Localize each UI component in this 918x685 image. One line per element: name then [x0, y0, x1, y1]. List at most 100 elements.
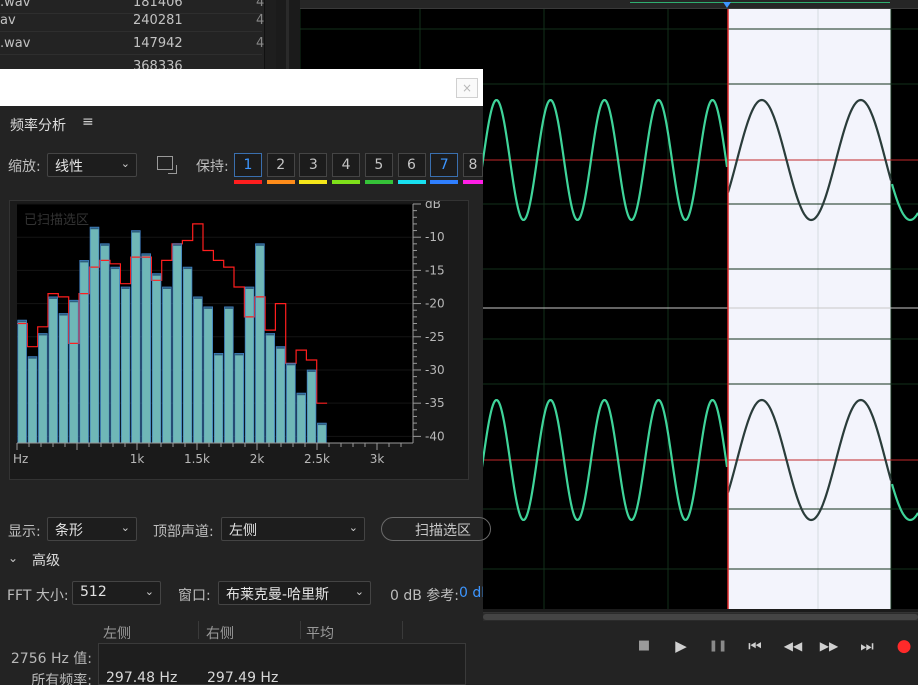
spectrum-bar: [48, 296, 58, 443]
spectrum-bar: [183, 267, 192, 443]
pause-button[interactable]: ❚❚: [705, 635, 731, 657]
top-channel-select[interactable]: 左侧 ⌄: [221, 517, 365, 541]
spectrum-bar: [214, 353, 223, 443]
hold-color-swatch: [332, 180, 361, 184]
hz-value-row-label: 2756 Hz 值:: [10, 651, 92, 667]
fft-size-label: FFT 大小:: [7, 588, 69, 604]
zoom-select-value: 线性: [55, 159, 83, 175]
spectrum-bar: [224, 306, 234, 443]
time-ruler[interactable]: [300, 0, 918, 11]
scanned-selection-label: 已扫描选区: [24, 213, 90, 228]
spectrum-bar: [265, 333, 275, 443]
spectrum-bar: [317, 423, 327, 443]
file-size: 240281: [133, 13, 183, 28]
x-tick-label: 3k: [370, 452, 385, 466]
zero-db-reference-value[interactable]: 0 dB: [459, 585, 483, 601]
rewind-button[interactable]: ◀◀: [780, 635, 806, 657]
hold-color-swatch: [462, 180, 483, 184]
spectrum-bar: [193, 296, 203, 443]
hold-color-swatch: [430, 180, 459, 184]
hold-button-6[interactable]: 6: [397, 153, 426, 177]
scrollbar-thumb[interactable]: [483, 614, 918, 620]
hold-button-8[interactable]: 8: [462, 153, 483, 177]
spectrum-bar: [131, 230, 141, 443]
hold-button-2[interactable]: 2: [266, 153, 295, 177]
display-select[interactable]: 条形 ⌄: [47, 517, 137, 541]
column-left-header: 左侧: [103, 626, 131, 642]
hold-label: 保持:: [196, 159, 229, 175]
spectrum-bar: [141, 253, 151, 443]
file-list-row[interactable]: av 240281 4: [0, 10, 264, 32]
hold-button-3[interactable]: 3: [299, 153, 328, 177]
panel-title: 频率分析: [10, 118, 66, 134]
advanced-toggle-chevron-icon[interactable]: ⌄: [8, 551, 18, 565]
column-separator: [300, 621, 301, 639]
go-to-end-button[interactable]: ⏭: [854, 635, 880, 657]
fft-size-select[interactable]: 512 ⌄: [72, 581, 161, 605]
chevron-down-icon: ⌄: [354, 585, 364, 598]
column-average-header: 平均: [306, 626, 334, 642]
spectrum-bar: [307, 369, 316, 443]
chevron-down-icon: ⌄: [348, 521, 358, 534]
spectrum-bar: [17, 320, 27, 443]
close-button[interactable]: ×: [456, 78, 478, 98]
hold-color-swatch: [397, 180, 426, 184]
file-size: 147942: [133, 36, 183, 51]
hold-button-5[interactable]: 5: [364, 153, 393, 177]
panel-menu-icon[interactable]: ≡: [82, 114, 94, 130]
file-name: .wav: [0, 36, 31, 51]
file-list-scrollbar[interactable]: [264, 0, 276, 80]
spectrum-svg: dB -10 -15 -20 -25 -30 -35 -40 Hz 1k 1.5k 2k 2.5k 3k: [13, 201, 445, 466]
chevron-down-icon: ⌄: [144, 585, 154, 598]
y-tick-label: -35: [425, 396, 445, 410]
x-tick-label: 2k: [250, 452, 265, 466]
spectrum-bar: [255, 243, 265, 443]
fast-forward-button[interactable]: ▶▶: [816, 635, 842, 657]
hold-color-swatch: [234, 180, 262, 184]
hold-color-swatch: [364, 180, 393, 184]
record-button[interactable]: ●: [891, 635, 917, 657]
stop-button[interactable]: ■: [631, 635, 657, 657]
spectrum-bar: [121, 286, 130, 443]
window-select[interactable]: 布莱克曼-哈里斯 ⌄: [218, 581, 371, 605]
hold-button-1[interactable]: 1: [234, 153, 262, 177]
chevron-down-icon: ⌄: [120, 157, 130, 170]
spectrum-bar: [172, 243, 182, 443]
hold-button-7[interactable]: 7: [430, 153, 459, 177]
file-size: 181406: [133, 0, 183, 10]
panel-titlebar[interactable]: ×: [0, 69, 483, 106]
file-name: .wav: [0, 0, 31, 10]
file-list: .wav 181406 4 av 240281 4 .wav 147942 4 368336: [0, 0, 276, 80]
display-label: 显示:: [8, 524, 41, 540]
advanced-section-label[interactable]: 高级: [32, 550, 60, 570]
horizontal-scrollbar[interactable]: [483, 613, 918, 621]
x-tick-label: 1k: [130, 452, 145, 466]
zoom-label: 缩放:: [8, 159, 41, 175]
top-channel-select-value: 左侧: [229, 523, 257, 539]
spectrum-bar: [90, 227, 99, 443]
spectrum-bar: [100, 243, 110, 443]
playhead-marker-icon: [723, 2, 731, 8]
all-frequencies-left-value: 297.48 Hz: [106, 670, 178, 685]
window-select-value: 布莱克曼-哈里斯: [226, 587, 330, 603]
column-separator: [198, 621, 199, 639]
y-tick-label: -10: [425, 230, 445, 244]
go-to-start-button[interactable]: ⏮: [742, 635, 768, 657]
file-list-row[interactable]: .wav 147942 4: [0, 33, 264, 55]
spectrum-bar: [296, 393, 306, 443]
scan-selection-button[interactable]: 扫描选区: [381, 517, 491, 541]
hold-button-4[interactable]: 4: [332, 153, 361, 177]
play-button[interactable]: ▶: [668, 635, 694, 657]
zoom-toggle-icon[interactable]: [157, 156, 177, 174]
fft-size-value: 512: [80, 584, 107, 600]
display-select-value: 条形: [55, 523, 83, 539]
spectrum-bar: [162, 286, 172, 443]
x-tick-label: Hz: [13, 452, 28, 466]
transport-bar: ■ ▶ ❚❚ ⏮ ◀◀ ▶▶ ⏭ ●: [483, 612, 918, 685]
spectrum-bar: [152, 273, 161, 443]
column-right-header: 右侧: [206, 626, 234, 642]
file-name: av: [0, 13, 16, 28]
zoom-select[interactable]: 线性 ⌄: [47, 153, 137, 177]
y-tick-label: -20: [425, 297, 445, 311]
y-tick-label: -25: [425, 330, 445, 344]
